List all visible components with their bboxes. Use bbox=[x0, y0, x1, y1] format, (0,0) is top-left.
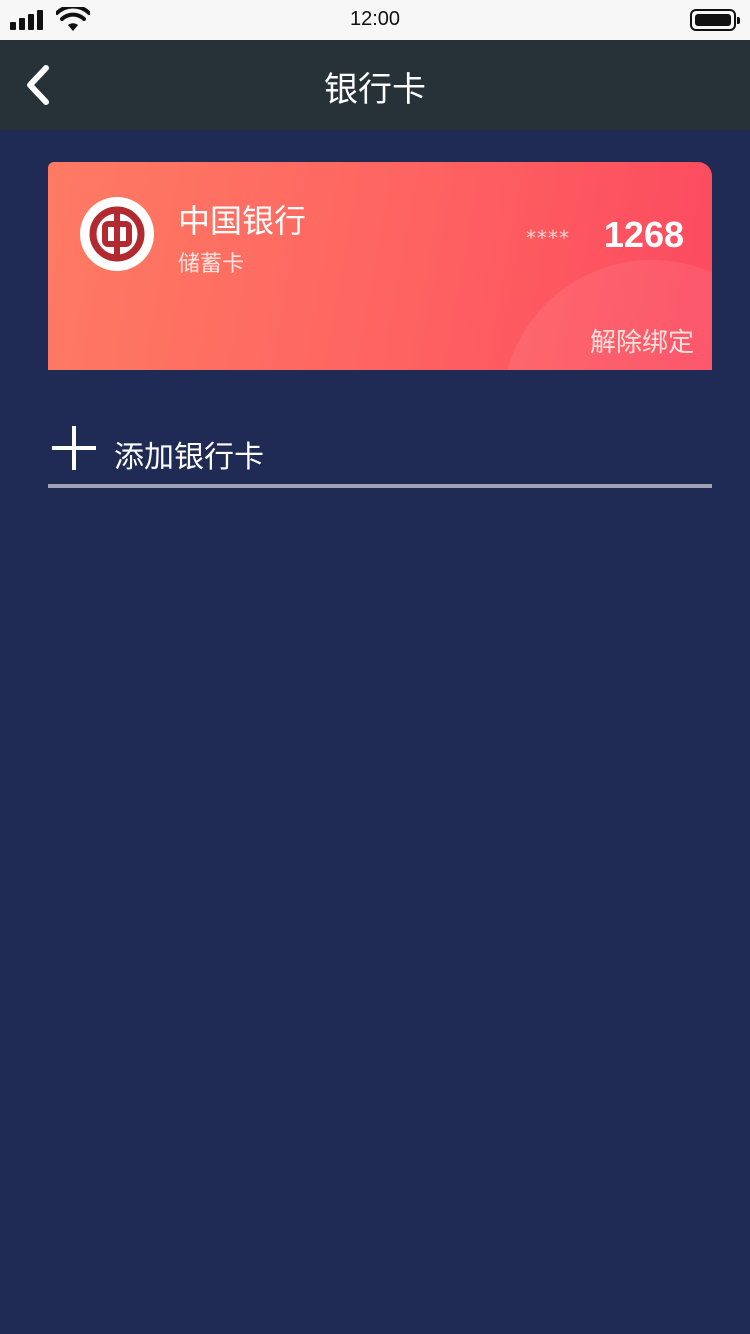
card-last-four-digits: 1268 bbox=[603, 214, 684, 255]
bank-name: 中国银行 bbox=[178, 202, 307, 240]
bank-of-china-logo-icon bbox=[80, 197, 154, 271]
card-number-mask: **** bbox=[526, 226, 570, 250]
status-bar: 12:00 bbox=[0, 0, 750, 40]
plus-icon bbox=[52, 426, 96, 470]
unbind-card-button[interactable]: 解除绑定 bbox=[590, 322, 694, 359]
add-bank-card-label: 添加银行卡 bbox=[114, 440, 264, 475]
status-time: 12:00 bbox=[349, 8, 401, 30]
card-type: 储蓄卡 bbox=[178, 252, 245, 277]
nav-bar: 银行卡 bbox=[0, 40, 750, 130]
battery-full-icon bbox=[690, 9, 740, 31]
bank-card[interactable]: 中国银行 储蓄卡 **** 1268 解除绑定 bbox=[48, 162, 712, 370]
page-title: 银行卡 bbox=[324, 70, 426, 110]
add-bank-card-button[interactable]: 添加银行卡 bbox=[48, 420, 712, 488]
